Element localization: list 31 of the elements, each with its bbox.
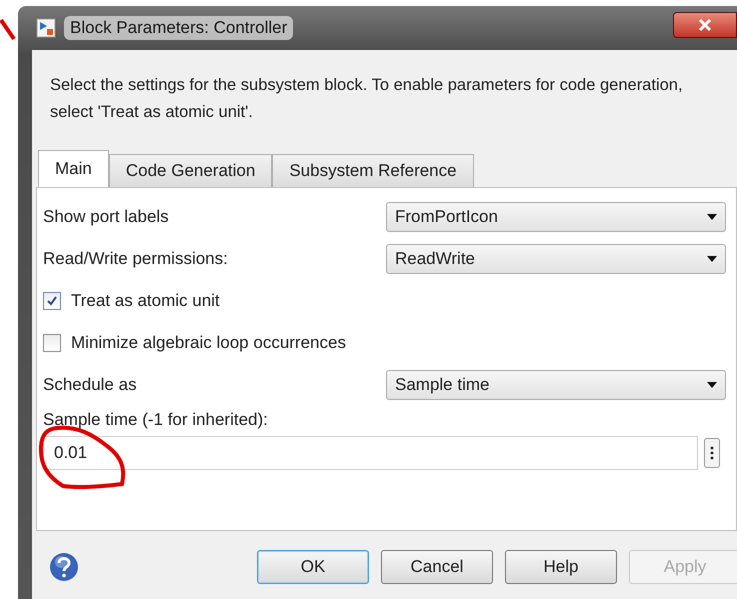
caret-icon [707,214,717,220]
check-icon [46,295,58,307]
parameter-label: Read/Write permissions: [43,249,228,269]
input-field[interactable]: 0.01 [43,436,698,470]
checkbox-label: Minimize algebraic loop occurrences [71,333,346,353]
parameter-label: Show port labels [43,207,169,227]
checkbox[interactable] [43,334,61,352]
tab[interactable]: Subsystem Reference [272,154,474,187]
dropdown[interactable]: ReadWrite [386,244,726,274]
window-title: Block Parameters: Controller [64,16,294,40]
more-button[interactable] [704,438,720,468]
app-icon [36,18,56,38]
checkbox[interactable] [43,292,61,310]
annotation-stroke [0,16,16,40]
tab[interactable]: Code Generation [108,154,272,187]
description-text: Select the settings for the subsystem block. To enable parameters for code generation, select 'Treat as atomic unit'. [50,75,684,123]
caret-icon [707,382,717,388]
dialog-button[interactable]: Cancel [381,550,493,584]
caret-icon [707,256,717,262]
close-icon [698,18,712,32]
tab[interactable]: Main [38,150,109,187]
dropdown[interactable]: Sample time [386,370,726,400]
parameter-label: Schedule as [43,375,137,395]
close-button[interactable] [673,12,737,38]
parameter-label: Sample time (-1 for inherited): [43,410,269,430]
checkbox-label: Treat as atomic unit [71,291,220,311]
dropdown[interactable]: FromPortIcon [386,202,726,232]
help-icon[interactable] [48,551,80,583]
dialog-button[interactable]: OK [257,550,369,584]
dots-icon [710,446,714,460]
dialog-button[interactable]: Help [505,550,617,584]
